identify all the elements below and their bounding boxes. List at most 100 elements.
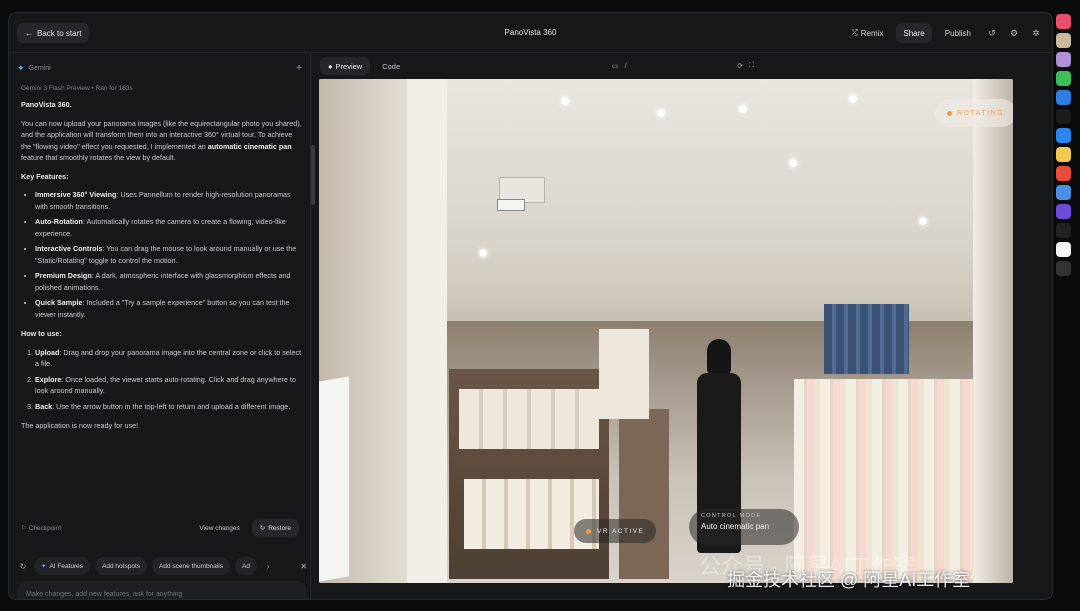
share-label: Share — [903, 28, 925, 38]
right-pillar — [973, 79, 1013, 583]
url-path[interactable]: / — [625, 63, 627, 70]
step-text: : Drag and drop your panorama image into… — [35, 347, 302, 369]
dock-app-icon[interactable] — [1056, 109, 1071, 124]
message-intro: You can now upload your panorama images … — [21, 118, 303, 164]
closing-text: The application is now ready for use! — [21, 421, 139, 430]
folded-items — [459, 389, 599, 449]
step-title: Upload — [35, 347, 60, 357]
ceiling-light — [789, 159, 797, 167]
dock-app-icon[interactable] — [1056, 33, 1071, 48]
ceiling-light — [739, 105, 747, 113]
settings-icon[interactable]: ✲ — [1028, 23, 1044, 43]
restore-button[interactable]: ↻ Restore — [251, 519, 299, 537]
chevron-right-icon[interactable]: › — [262, 562, 274, 571]
model-header-label: Gemini — [28, 64, 51, 72]
person-head — [707, 339, 731, 375]
preview-dot-icon: ● — [328, 61, 333, 71]
control-mode-pill[interactable]: CONTROL MODE Auto cinematic pan — [689, 509, 799, 545]
store-sign — [497, 199, 525, 211]
step-text: : Once loaded, the viewer starts auto-ro… — [35, 374, 296, 396]
remix-button[interactable]: ⤮ Remix — [844, 23, 890, 43]
publish-label: Publish — [944, 28, 971, 38]
tab-code[interactable]: Code — [374, 57, 408, 75]
tab-preview[interactable]: ● Preview — [320, 57, 371, 75]
status-dot — [586, 528, 591, 534]
dock-app-icon[interactable] — [1056, 166, 1071, 181]
app-window: ← Back to start PanoVista 360 ⤮ Remix Sh… — [8, 12, 1053, 600]
step-title: Back — [35, 401, 53, 411]
list-item: Quick Sample: Included a "Try a sample e… — [35, 297, 303, 320]
dock-app-icon[interactable] — [1056, 71, 1071, 86]
chip-ai-features[interactable]: ✦ AI Features — [34, 557, 91, 575]
view-tabs: ● Preview Code — [320, 57, 408, 77]
ceiling-light — [657, 109, 665, 117]
feature-title: Auto-Rotation — [35, 217, 83, 226]
tab-preview-label: Preview — [335, 61, 363, 71]
feature-title: Quick Sample — [35, 298, 83, 307]
chat-panel: ✦ Gemini + Gemini 3 Flash Preview • Ran … — [9, 53, 315, 599]
new-chat-plus-icon[interactable]: + — [296, 63, 302, 74]
dock-app-icon[interactable] — [1056, 90, 1071, 105]
preview-url-bar: ▭ / ⟳ ⛶ — [612, 58, 754, 74]
step-title: Explore — [35, 374, 62, 384]
dock-app-icon[interactable] — [1056, 147, 1071, 162]
watermark-text: 掘金技术社区 @ 阿星AI工作室 — [727, 570, 971, 590]
chip-label: AI Features — [49, 562, 84, 570]
model-header: ✦ Gemini + — [17, 61, 302, 75]
intro-text-2: feature that smoothly rotates the view b… — [21, 153, 176, 162]
dock-app-icon[interactable] — [1056, 223, 1071, 238]
history-icon[interactable]: ↺ — [984, 23, 1000, 43]
preview-panel: ● Preview Code ▭ / ⟳ ⛶ ROTATING VR ACTIV… — [312, 53, 1052, 599]
white-garment — [319, 376, 349, 582]
remix-icon: ⤮ — [851, 28, 858, 37]
dock-app-icon[interactable] — [1056, 185, 1071, 200]
step-text: : Use the arrow button in the top-left t… — [52, 401, 291, 411]
list-item: Immersive 360° Viewing: Uses Pannellum t… — [35, 189, 303, 212]
feature-title: Interactive Controls — [35, 244, 103, 253]
restore-label: Restore — [268, 524, 291, 532]
status-dot — [947, 110, 952, 116]
feature-title: Premium Design — [35, 271, 92, 280]
prompt-input[interactable]: Make changes, add new features, ask for … — [17, 581, 307, 599]
rotating-label: ROTATING — [957, 109, 1005, 117]
fullscreen-icon[interactable]: ⛶ — [749, 62, 754, 70]
back-rack — [599, 329, 649, 419]
checkpoint-flag-icon: ⚐ — [21, 525, 29, 532]
remix-label: Remix — [860, 28, 884, 38]
rotating-badge[interactable]: ROTATING — [935, 99, 1013, 127]
center-counter — [619, 409, 669, 579]
dock-app-icon[interactable] — [1056, 52, 1071, 67]
gear-icon[interactable]: ⚙ — [1006, 23, 1022, 43]
refresh-suggestions-icon[interactable]: ↻ — [17, 562, 29, 571]
features-heading: Key Features: — [21, 171, 69, 181]
dock-app-icon[interactable] — [1056, 128, 1071, 143]
run-meta: Gemini 3 Flash Preview • Ran for 163s — [21, 85, 133, 92]
vr-active-badge: VR ACTIVE — [574, 519, 657, 543]
chip-add-hotspots[interactable]: Add hotspots — [95, 557, 148, 575]
view-changes-button[interactable]: View changes — [199, 525, 239, 532]
panorama-viewer[interactable]: ROTATING VR ACTIVE CONTROL MODE Auto cin… — [319, 79, 1013, 583]
share-button[interactable]: Share — [896, 23, 932, 43]
steps-list: Upload: Drag and drop your panorama imag… — [35, 347, 303, 413]
dock-app-icon[interactable] — [1056, 242, 1071, 257]
howto-heading: How to use: — [21, 329, 62, 338]
dock-app-icon[interactable] — [1056, 261, 1071, 276]
reload-icon[interactable]: ⟳ — [737, 62, 743, 70]
dock-app-icon[interactable] — [1056, 204, 1071, 219]
sparkle-icon: ✦ — [41, 563, 47, 570]
control-mode-value: Auto cinematic pan — [701, 522, 770, 531]
ceiling-light — [479, 249, 487, 257]
ceiling-light — [849, 95, 857, 103]
tab-code-label: Code — [382, 61, 401, 71]
close-icon[interactable]: ✕ — [300, 562, 307, 571]
list-item: Premium Design: A dark, atmospheric inte… — [35, 270, 303, 293]
top-actions: ⤮ Remix Share Publish ↺ ⚙ ✲ — [844, 23, 1044, 43]
message-title: PanoVista 360. — [21, 100, 72, 109]
chip-truncated[interactable]: Ad — [234, 557, 257, 575]
publish-button[interactable]: Publish — [938, 23, 978, 43]
device-icon[interactable]: ▭ — [612, 62, 619, 70]
list-item: Upload: Drag and drop your panorama imag… — [35, 347, 303, 370]
vr-active-label: VR ACTIVE — [597, 527, 645, 535]
chip-add-scene-thumbnails[interactable]: Add scene thumbnails — [152, 557, 230, 575]
dock-app-icon[interactable] — [1056, 14, 1071, 29]
